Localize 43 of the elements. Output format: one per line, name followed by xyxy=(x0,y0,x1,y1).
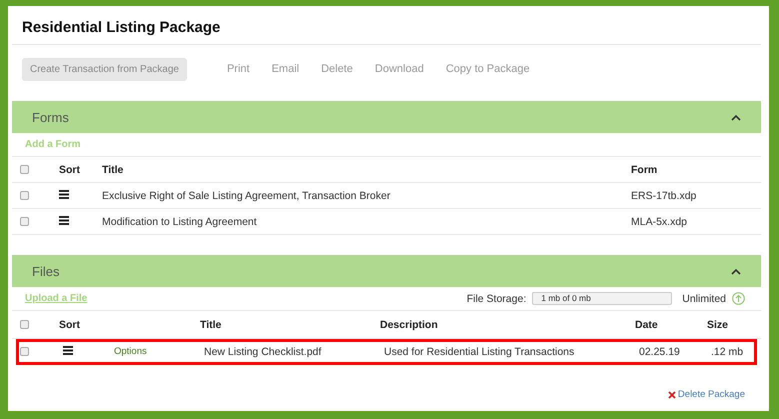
collapse-icon[interactable] xyxy=(731,268,741,274)
drag-handle-icon[interactable] xyxy=(63,346,73,354)
table-cell-text: Used for Residential Listing Transactions xyxy=(384,346,576,358)
table-cell-text: 02.25.19 xyxy=(639,346,681,358)
table-cell-text: Modification to Listing Agreement xyxy=(102,216,258,228)
table-cell-text: MLA-5x.xdp xyxy=(631,216,688,228)
checkbox[interactable] xyxy=(20,165,29,174)
checkbox[interactable] xyxy=(20,191,29,200)
column-header[interactable]: Title xyxy=(200,318,380,330)
options-link[interactable]: Options xyxy=(114,346,204,357)
collapse-icon[interactable] xyxy=(731,114,741,120)
checkbox[interactable] xyxy=(20,320,29,329)
toolbar-action[interactable]: Delete xyxy=(321,63,353,75)
checkbox[interactable] xyxy=(20,347,29,356)
checkbox[interactable] xyxy=(20,217,29,226)
table-cell-text: .12 mb xyxy=(711,346,744,358)
table-cell-text: New Listing Checklist.pdf xyxy=(204,346,322,358)
toolbar-action[interactable]: Print xyxy=(226,63,250,75)
column-header[interactable]: Form xyxy=(631,164,761,176)
delete-package-link[interactable]: Delete Package xyxy=(668,389,745,400)
page-title: Residential Listing Package xyxy=(21,18,222,38)
column-header[interactable]: Date xyxy=(635,318,707,330)
column-header[interactable]: Description xyxy=(380,318,635,330)
table-cell-text: Exclusive Right of Sale Listing Agreement, Transaction Broker xyxy=(102,190,392,202)
create-transaction-button[interactable]: Create Transaction from Package xyxy=(22,58,187,80)
table-cell-text: ERS-17tb.xdp xyxy=(631,190,698,202)
drag-handle-icon[interactable] xyxy=(59,190,69,198)
section-header[interactable]: Forms xyxy=(12,101,761,133)
column-header[interactable]: Size xyxy=(707,318,761,330)
storage-meter: 1 mb of 0 mb xyxy=(532,292,672,305)
column-header[interactable]: Title xyxy=(102,164,631,176)
column-header[interactable]: Sort xyxy=(59,318,110,330)
storage-plan: Unlimited xyxy=(682,292,726,304)
toolbar-action[interactable]: Download xyxy=(374,63,424,75)
toolbar-action[interactable]: Email xyxy=(272,63,300,75)
section-title: Files xyxy=(32,264,60,278)
section-title: Forms xyxy=(32,110,69,124)
storage-label: File Storage: xyxy=(466,292,526,304)
section-header[interactable]: Files xyxy=(12,255,761,287)
column-header[interactable]: Sort xyxy=(59,164,102,176)
close-icon xyxy=(668,390,676,398)
toolbar-action[interactable]: Copy to Package xyxy=(446,63,530,75)
drag-handle-icon[interactable] xyxy=(59,216,69,224)
